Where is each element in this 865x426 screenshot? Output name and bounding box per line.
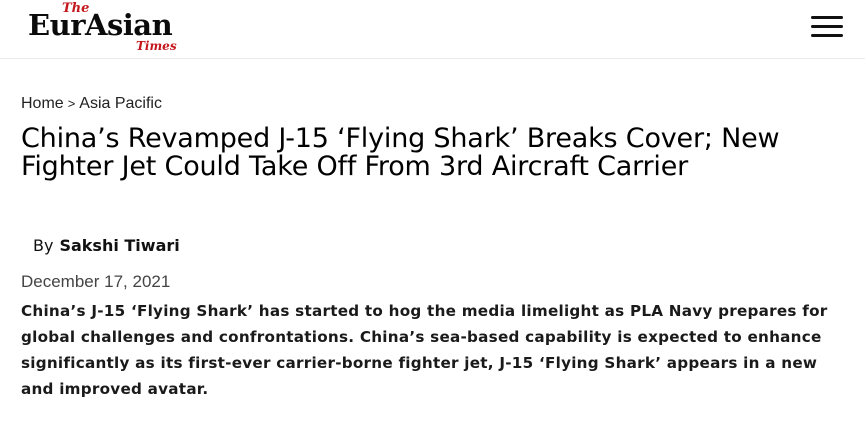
menu-bar (811, 25, 843, 28)
hamburger-menu-icon[interactable] (811, 15, 843, 39)
author-link[interactable]: Sakshi Tiwari (59, 236, 179, 255)
logo-times-text: Times (136, 39, 177, 53)
breadcrumb-separator-icon: > (67, 96, 76, 111)
menu-bar (811, 34, 843, 37)
site-header: The EurAsian Times (0, 0, 865, 59)
breadcrumb: Home > Asia Pacific (21, 95, 162, 113)
article-intro: China’s J-15 ‘Flying Shark’ has started … (21, 302, 828, 398)
breadcrumb-home-link[interactable]: Home (21, 95, 64, 112)
article-date: December 17, 2021 (21, 272, 171, 291)
breadcrumb-category-link[interactable]: Asia Pacific (79, 95, 162, 112)
logo-main-text: EurAsian (28, 8, 173, 42)
site-logo[interactable]: The EurAsian Times (28, 1, 188, 55)
menu-bar (811, 16, 843, 19)
article-title: China’s Revamped J-15 ‘Flying Shark’ Bre… (21, 123, 780, 182)
byline-label: By (33, 236, 54, 255)
article-byline: By Sakshi Tiwari (33, 236, 180, 255)
